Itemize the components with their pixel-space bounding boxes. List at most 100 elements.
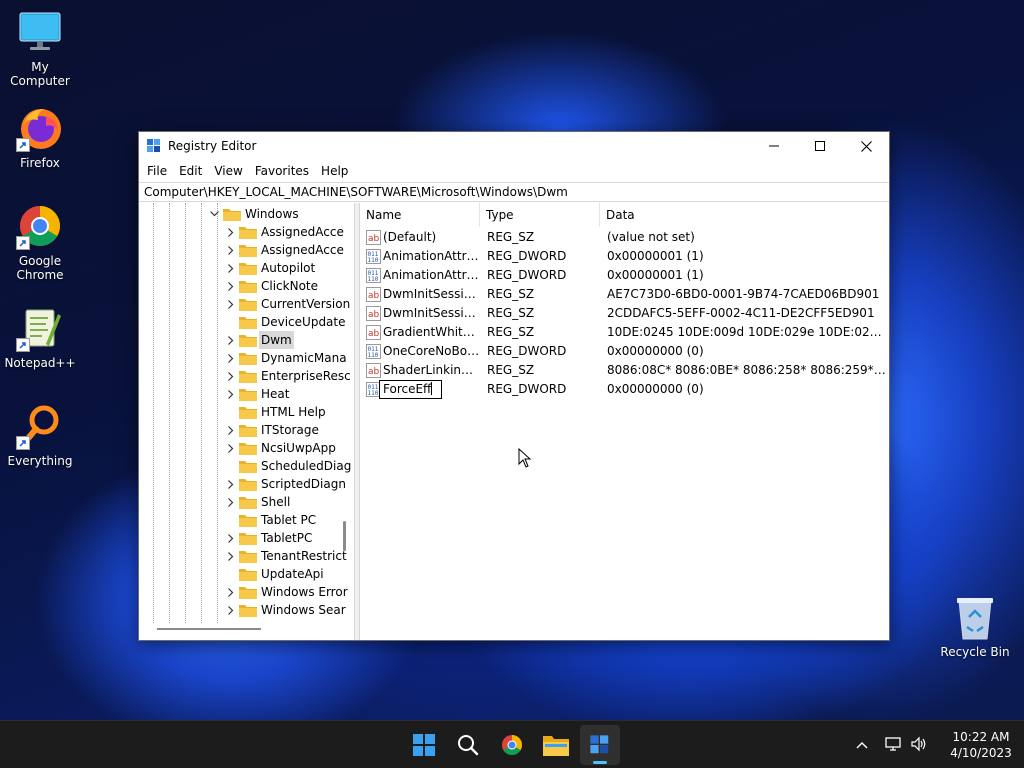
tree-item[interactable]: ClickNote (139, 277, 351, 295)
maximize-button[interactable] (797, 132, 843, 160)
desktop-icon-my-computer[interactable]: My Computer (0, 8, 80, 88)
tree-item[interactable]: ScheduledDiag (139, 457, 351, 475)
tree-item-label: Dwm (259, 331, 294, 349)
chevron-right-icon[interactable] (226, 277, 236, 295)
column-header-data[interactable]: Data (600, 203, 889, 227)
tree-item[interactable]: Autopilot (139, 259, 351, 277)
start-button[interactable] (404, 725, 444, 765)
value-row[interactable]: 011 110 ForceEff REG_DWORD 0x00000000 (0) (360, 380, 889, 399)
chevron-right-icon[interactable] (226, 601, 236, 619)
tree-item[interactable]: CurrentVersion (139, 295, 351, 313)
network-icon[interactable] (884, 736, 902, 755)
tree-item[interactable]: Heat (139, 385, 351, 403)
active-indicator (593, 761, 607, 764)
tree-item[interactable]: NcsiUwpApp (139, 439, 351, 457)
chevron-right-icon[interactable] (226, 583, 236, 601)
address-bar[interactable]: Computer\HKEY_LOCAL_MACHINE\SOFTWARE\Mic… (139, 182, 889, 202)
tree-item-windows[interactable]: Windows (139, 205, 351, 223)
search-icon (458, 735, 479, 756)
folder-icon (239, 333, 257, 347)
chevron-right-icon[interactable] (226, 439, 236, 457)
menu-help[interactable]: Help (315, 160, 354, 182)
binary-value-icon: 011 110 (366, 268, 381, 283)
tree-item[interactable]: UpdateApi (139, 565, 351, 583)
chevron-right-icon[interactable] (226, 547, 236, 565)
tree-item[interactable]: DynamicMana (139, 349, 351, 367)
value-row[interactable]: 011 110 AnimationAttrib... REG_DWORD 0x00000… (360, 266, 889, 285)
registry-editor-window: Registry Editor File Edit View Favorites… (138, 131, 890, 641)
desktop-icon-recycle-bin[interactable]: Recycle Bin (937, 595, 1013, 659)
chevron-down-icon[interactable] (209, 205, 219, 223)
value-row[interactable]: ab (Default) REG_SZ (value not set) (360, 228, 889, 247)
tree-item[interactable]: AssignedAcce (139, 223, 351, 241)
value-row[interactable]: abGradientWhitePi... REG_SZ 10DE:0245 10DE… (360, 323, 889, 342)
chevron-right-icon[interactable] (226, 223, 236, 241)
chevron-right-icon[interactable] (226, 529, 236, 547)
tree-item[interactable]: Shell (139, 493, 351, 511)
tree-item-label: CurrentVersion (261, 297, 351, 311)
tree-item[interactable]: TabletPC (139, 529, 351, 547)
value-row[interactable]: 011 110 AnimationAttrib... REG_DWORD 0x00000… (360, 247, 889, 266)
chevron-right-icon[interactable] (226, 331, 236, 349)
tree-item-label: AssignedAcce (261, 225, 344, 239)
chevron-right-icon[interactable] (226, 241, 236, 259)
tree-item[interactable]: ITStorage (139, 421, 351, 439)
desktop-icon-chrome[interactable]: Google Chrome (0, 202, 80, 282)
value-type: REG_DWORD (487, 382, 567, 396)
taskbar-chrome-button[interactable] (492, 725, 532, 765)
taskbar-registry-editor-button[interactable] (580, 725, 620, 765)
volume-icon[interactable] (910, 736, 928, 755)
tree-item[interactable]: Windows Sear (139, 601, 351, 619)
tree-item[interactable]: HTML Help (139, 403, 351, 421)
chevron-right-icon[interactable] (226, 295, 236, 313)
menu-edit[interactable]: Edit (173, 160, 208, 182)
folder-icon (239, 477, 257, 491)
chevron-right-icon[interactable] (226, 493, 236, 511)
chevron-up-icon[interactable] (856, 738, 868, 752)
clock[interactable]: 10:22 AM 4/10/2023 (946, 729, 1016, 761)
column-header-type[interactable]: Type (480, 203, 600, 227)
rename-input[interactable]: ForceEff (379, 380, 442, 399)
tree-item[interactable]: AssignedAcce (139, 241, 351, 259)
firefox-icon (16, 104, 64, 152)
value-row[interactable]: ab DwmInitSession... REG_SZ 2CDDAFC5-5EFF-0… (360, 304, 889, 323)
folder-icon (543, 736, 569, 756)
taskbar-file-explorer-button[interactable] (536, 725, 576, 765)
column-header-name[interactable]: Name (360, 203, 480, 227)
chevron-right-icon[interactable] (226, 421, 236, 439)
value-row[interactable]: ab ShaderLinkingG... REG_SZ 8086:08C* 8086:… (360, 361, 889, 380)
tree-vertical-scrollbar[interactable] (343, 521, 346, 551)
desktop-icon-notepadpp[interactable]: Notepad++ (0, 304, 80, 370)
title-bar[interactable]: Registry Editor (139, 132, 889, 160)
folder-icon (239, 531, 257, 545)
chevron-right-icon[interactable] (226, 349, 236, 367)
chevron-right-icon[interactable] (226, 475, 236, 493)
minimize-button[interactable] (751, 132, 797, 160)
tree-item[interactable]: DeviceUpdate (139, 313, 351, 331)
value-row[interactable]: ab DwmInitSession... REG_SZ AE7C73D0-6BD0-0… (360, 285, 889, 304)
desktop-icon-firefox[interactable]: Firefox (0, 104, 80, 170)
menu-view[interactable]: View (208, 160, 248, 182)
registry-tree: Windows AssignedAcce AssignedAcce Autopilo… (139, 203, 355, 640)
chevron-right-icon[interactable] (226, 367, 236, 385)
tree-item[interactable]: TenantRestrict (139, 547, 351, 565)
chevron-right-icon[interactable] (226, 259, 236, 277)
shortcut-arrow-icon (16, 436, 30, 450)
value-row[interactable]: 011 110 OneCoreNoBoo... REG_DWORD 0x00000000… (360, 342, 889, 361)
menu-file[interactable]: File (141, 160, 173, 182)
tree-horizontal-scrollbar[interactable] (157, 628, 261, 630)
tree-item[interactable]: ScriptedDiagn (139, 475, 351, 493)
tree-item[interactable]: Windows Error (139, 583, 351, 601)
value-type: REG_SZ (487, 363, 535, 377)
close-button[interactable] (843, 132, 889, 160)
tree-item[interactable]: Dwm (139, 331, 351, 349)
chevron-right-icon[interactable] (226, 385, 236, 403)
search-button[interactable] (448, 725, 488, 765)
value-type: REG_SZ (487, 287, 535, 301)
tree-item[interactable]: Tablet PC (139, 511, 351, 529)
folder-icon (239, 405, 257, 419)
tree-item[interactable]: EnterpriseResc (139, 367, 351, 385)
menu-favorites[interactable]: Favorites (249, 160, 315, 182)
desktop-icon-everything[interactable]: Everything (0, 402, 80, 468)
binary-value-icon: 011 110 (366, 344, 381, 359)
